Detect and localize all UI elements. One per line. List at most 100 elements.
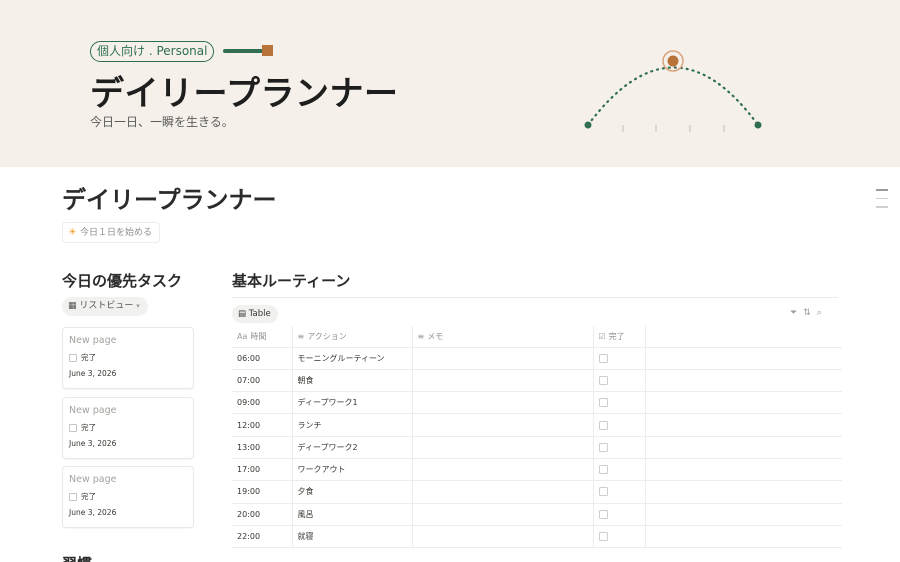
memo-cell[interactable] [412, 436, 594, 459]
time-cell[interactable]: 20:00 [232, 503, 293, 526]
done-cell[interactable] [593, 525, 646, 549]
table-view-tab[interactable]: ▤ Table [232, 305, 278, 323]
task-card-title: New page [69, 405, 117, 416]
memo-cell[interactable] [412, 369, 594, 393]
column-header-action[interactable]: ≡ アクション [292, 326, 413, 348]
done-checkbox[interactable] [598, 442, 608, 452]
time-cell[interactable]: 17:00 [232, 458, 293, 482]
done-cell[interactable] [593, 413, 646, 437]
text-icon: ≡ [297, 331, 305, 341]
done-checkbox[interactable] [69, 423, 77, 432]
table-row[interactable]: 09:00 ディープワーク1 [232, 391, 842, 415]
table-row[interactable]: 07:00 朝食 [232, 369, 842, 393]
time-cell[interactable]: 07:00 [232, 369, 293, 393]
task-card-title: New page [69, 474, 117, 485]
memo-cell[interactable] [412, 413, 594, 437]
done-cell[interactable] [593, 503, 646, 526]
done-cell[interactable] [593, 391, 646, 415]
action-cell[interactable]: ランチ [292, 413, 413, 437]
done-checkbox[interactable] [598, 532, 608, 542]
time-cell[interactable]: 06:00 [232, 347, 293, 370]
tag-accent-bar [223, 49, 263, 53]
done-checkbox[interactable] [598, 487, 608, 497]
done-checkbox[interactable] [69, 492, 77, 501]
banner-title: デイリープランナー [90, 74, 399, 114]
done-label: 完了 [81, 353, 96, 362]
time-cell[interactable]: 13:00 [232, 436, 293, 459]
filter-icon[interactable]: ⏷ [790, 308, 797, 318]
checkbox-icon: ☑ [598, 331, 606, 341]
column-header-time[interactable]: Aa 時間 [232, 326, 293, 348]
divider [232, 297, 838, 298]
action-cell[interactable]: 就寝 [292, 525, 413, 549]
done-checkbox[interactable] [598, 398, 608, 408]
search-icon[interactable]: ⌕ [817, 308, 822, 318]
table-row[interactable]: 12:00 ランチ [232, 413, 842, 437]
table-row[interactable]: 06:00 モーニングルーティーン [232, 347, 842, 370]
list-view-tab[interactable]: ▦ リストビュー ▾ [62, 297, 148, 316]
done-checkbox[interactable] [69, 353, 77, 362]
routine-table: Aa 時間 ≡ アクション ≡ メモ ☑ 完了 06:00 モーニングルーティーン 07:… [232, 326, 842, 549]
title-property-icon: Aa [237, 331, 248, 341]
column-label: メモ [427, 331, 444, 341]
done-checkbox[interactable] [598, 375, 608, 385]
action-cell[interactable]: ディープワーク1 [292, 391, 413, 415]
memo-cell[interactable] [412, 480, 594, 504]
done-cell[interactable] [593, 480, 646, 504]
task-card-date: June 3, 2026 [69, 439, 117, 448]
column-header-memo[interactable]: ≡ メモ [412, 326, 594, 348]
column-header-done[interactable]: ☑ 完了 [593, 326, 646, 348]
action-cell[interactable]: 朝食 [292, 369, 413, 393]
column-label: 時間 [250, 331, 267, 341]
memo-cell[interactable] [412, 458, 594, 482]
task-card[interactable]: New page 完了 June 3, 2026 [62, 397, 194, 459]
action-cell[interactable]: ワークアウト [292, 458, 413, 482]
table-icon: ▤ [238, 309, 247, 319]
column-header-empty [645, 326, 842, 348]
done-cell[interactable] [593, 436, 646, 459]
done-label: 完了 [81, 492, 96, 501]
sort-icon[interactable]: ⇅ [803, 308, 811, 318]
task-card[interactable]: New page 完了 June 3, 2026 [62, 327, 194, 389]
text-icon: ≡ [417, 331, 425, 341]
habits-heading: 習慣 [62, 553, 92, 562]
time-cell[interactable]: 19:00 [232, 480, 293, 504]
done-checkbox[interactable] [598, 353, 608, 363]
time-cell[interactable]: 22:00 [232, 525, 293, 549]
table-row[interactable]: 19:00 夕食 [232, 480, 842, 504]
page-title: デイリープランナー [62, 186, 277, 214]
action-cell[interactable]: モーニングルーティーン [292, 347, 413, 370]
task-card[interactable]: New page 完了 June 3, 2026 [62, 466, 194, 528]
table-row[interactable]: 17:00 ワークアウト [232, 458, 842, 482]
memo-cell[interactable] [412, 503, 594, 526]
table-header-row: Aa 時間 ≡ アクション ≡ メモ ☑ 完了 [232, 326, 842, 348]
category-tag: 個人向け . Personal [90, 41, 215, 62]
action-cell[interactable]: 夕食 [292, 480, 413, 504]
done-cell[interactable] [593, 458, 646, 482]
done-checkbox[interactable] [598, 420, 608, 430]
memo-cell[interactable] [412, 347, 594, 370]
done-cell[interactable] [593, 347, 646, 370]
table-of-contents-indicator[interactable] [876, 189, 888, 215]
start-day-label: 今日１日を始める [79, 228, 152, 238]
list-view-label: リストビュー [79, 301, 134, 311]
table-row[interactable]: 13:00 ディープワーク2 [232, 436, 842, 459]
task-card-date: June 3, 2026 [69, 508, 117, 517]
time-cell[interactable]: 09:00 [232, 391, 293, 415]
task-card-title: New page [69, 335, 117, 346]
start-day-button[interactable]: ☀ 今日１日を始める [62, 222, 160, 243]
task-card-date: June 3, 2026 [69, 369, 117, 378]
action-cell[interactable]: ディープワーク2 [292, 436, 413, 459]
table-row[interactable]: 20:00 風呂 [232, 503, 842, 526]
table-row[interactable]: 22:00 就寝 [232, 525, 842, 549]
done-checkbox[interactable] [598, 465, 608, 475]
done-cell[interactable] [593, 369, 646, 393]
action-cell[interactable]: 風呂 [292, 503, 413, 526]
memo-cell[interactable] [412, 391, 594, 415]
sun-arc-illustration [584, 50, 762, 132]
memo-cell[interactable] [412, 525, 594, 549]
done-checkbox[interactable] [598, 509, 608, 519]
cover-banner: 個人向け . Personal デイリープランナー 今日一日、一瞬を生きる。 [0, 0, 900, 167]
time-cell[interactable]: 12:00 [232, 413, 293, 437]
grid-icon: ▦ [68, 301, 77, 311]
